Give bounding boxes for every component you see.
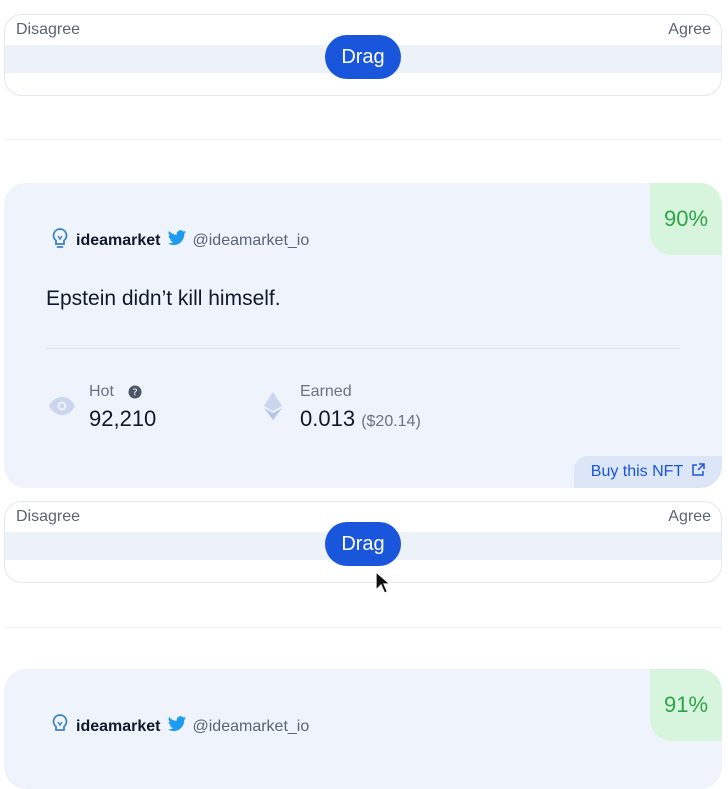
drag-button[interactable]: Drag bbox=[325, 35, 401, 79]
earned-usd: ($20.14) bbox=[361, 413, 421, 430]
percentage-badge: 90% bbox=[650, 183, 722, 255]
buy-nft-label: Buy this NFT bbox=[590, 463, 684, 480]
earned-eth: 0.013 bbox=[300, 406, 356, 431]
twitter-icon bbox=[167, 229, 187, 252]
hot-label: Hot bbox=[89, 383, 114, 400]
ethereum-icon bbox=[264, 392, 282, 425]
earned-value: 0.013 ($20.14) bbox=[300, 406, 421, 432]
idea-card[interactable]: 90% ideamarket @ideamarket_io Epstein di… bbox=[4, 183, 722, 488]
agreement-slider-top: Disagree Agree Drag bbox=[4, 14, 722, 96]
cursor-icon bbox=[375, 570, 392, 600]
disagree-label: Disagree bbox=[16, 508, 81, 525]
lightbulb-icon bbox=[50, 227, 70, 254]
svg-text:?: ? bbox=[132, 388, 137, 399]
author-row: ideamarket @ideamarket_io bbox=[50, 713, 309, 740]
brand-name[interactable]: ideamarket bbox=[76, 718, 161, 736]
idea-card[interactable]: 91% ideamarket @ideamarket_io bbox=[4, 669, 722, 789]
twitter-icon bbox=[167, 715, 187, 738]
agree-label: Agree bbox=[668, 508, 711, 525]
earned-label: Earned bbox=[300, 383, 352, 400]
percentage-badge: 91% bbox=[650, 669, 722, 741]
agreement-slider: Disagree Agree Drag bbox=[4, 501, 722, 583]
lightbulb-icon bbox=[50, 713, 70, 740]
buy-nft-button[interactable]: Buy this NFT bbox=[574, 456, 722, 488]
author-row: ideamarket @ideamarket_io bbox=[50, 227, 309, 254]
drag-button[interactable]: Drag bbox=[325, 522, 401, 566]
agree-label: Agree bbox=[668, 21, 711, 38]
section-divider bbox=[4, 139, 722, 140]
card-separator bbox=[46, 348, 680, 349]
section-divider bbox=[4, 627, 722, 628]
disagree-label: Disagree bbox=[16, 21, 81, 38]
twitter-handle[interactable]: @ideamarket_io bbox=[193, 232, 310, 250]
claim-text: Epstein didn’t kill himself. bbox=[46, 287, 281, 310]
help-icon[interactable]: ? bbox=[128, 385, 142, 404]
brand-name[interactable]: ideamarket bbox=[76, 232, 161, 250]
external-link-icon bbox=[691, 462, 705, 482]
eye-icon bbox=[48, 396, 76, 421]
hot-value: 92,210 bbox=[89, 406, 157, 431]
twitter-handle[interactable]: @ideamarket_io bbox=[193, 718, 310, 736]
